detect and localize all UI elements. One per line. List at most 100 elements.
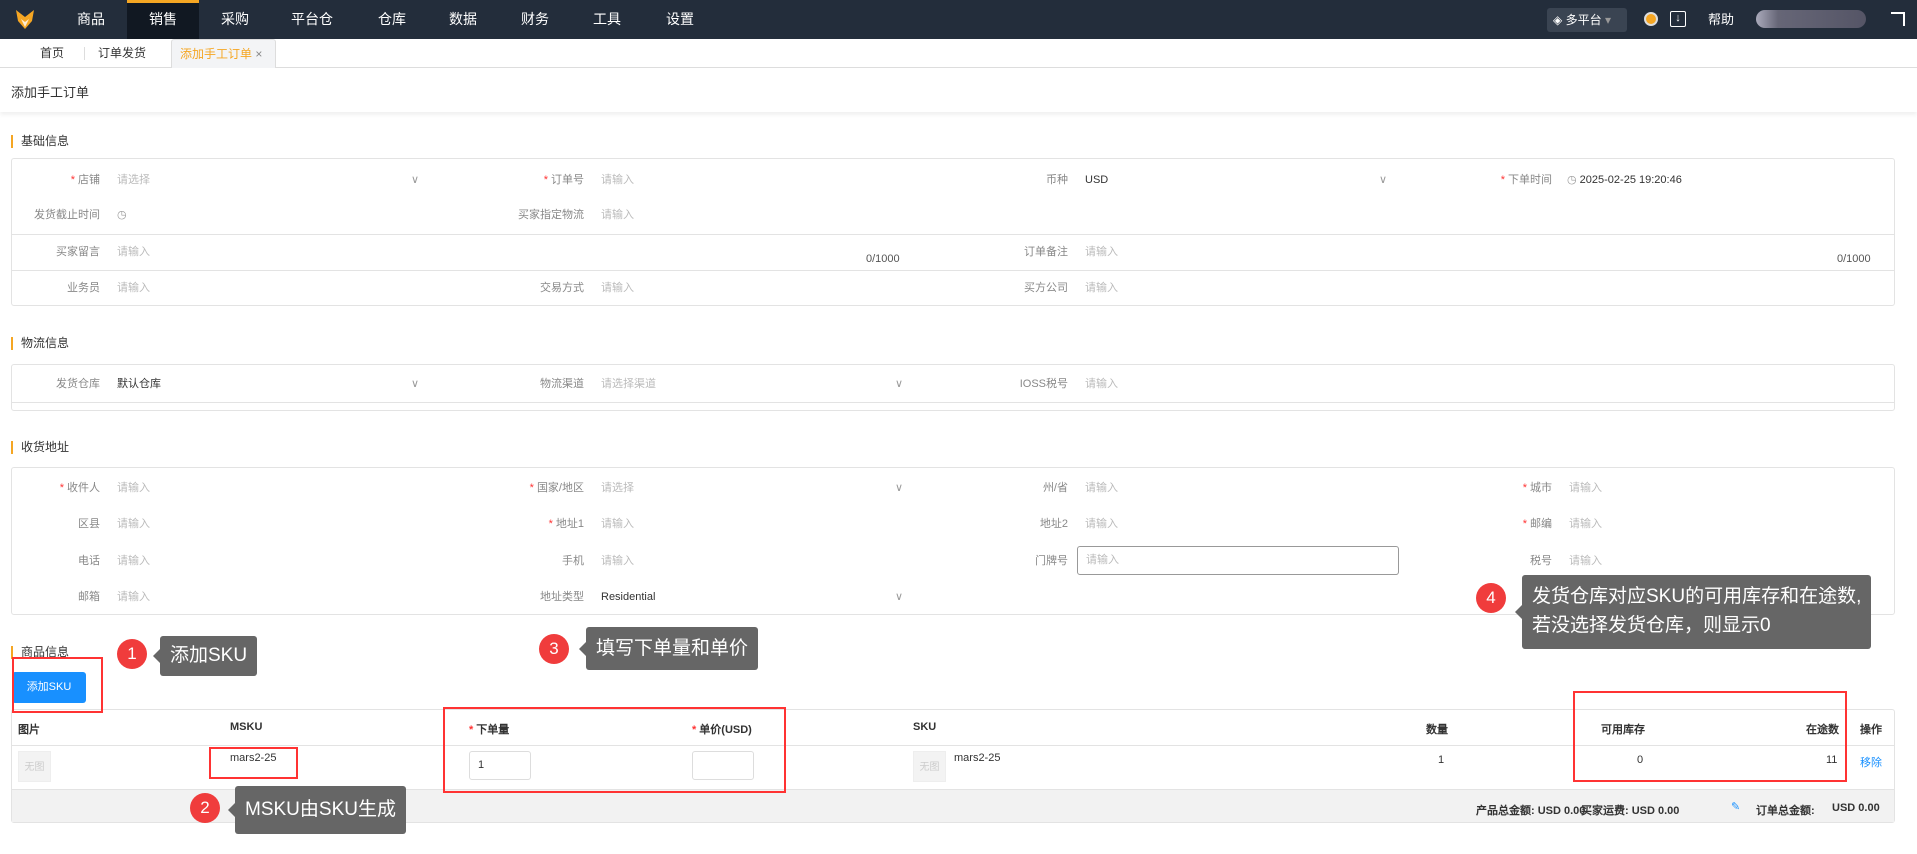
field-ship-deadline[interactable]: 发货截止时间 ◷ <box>11 203 495 227</box>
nav-item-tools[interactable]: 工具 <box>571 0 643 39</box>
nav-item-finance[interactable]: 财务 <box>499 0 571 39</box>
field-order-no[interactable]: * 订单号 请输入 <box>495 168 979 192</box>
field-phone[interactable]: 电话 请输入 <box>11 549 495 573</box>
house-no-input[interactable]: 请输入 <box>1077 546 1399 575</box>
field-state[interactable]: 州/省 请输入 <box>979 476 1463 500</box>
field-buyer-logistics[interactable]: 买家指定物流 请输入 <box>495 203 979 227</box>
city-input[interactable]: 请输入 <box>1569 476 1602 500</box>
field-ioss[interactable]: IOSS税号 请输入 <box>979 372 1463 396</box>
shop-select[interactable]: 请选择 <box>117 168 150 192</box>
trade-method-input[interactable]: 请输入 <box>601 276 634 300</box>
tab-home[interactable]: 首页 <box>40 39 64 68</box>
order-time-value: 2025-02-25 19:20:46 <box>1579 174 1682 186</box>
nav-item-purchase[interactable]: 采购 <box>199 0 271 39</box>
field-tax-no[interactable]: 税号 请输入 <box>1463 549 1917 573</box>
order-total-label: 订单总金额: <box>1756 805 1815 817</box>
fox-logo-icon[interactable] <box>14 8 36 30</box>
field-house-no[interactable]: 门牌号 请输入 <box>979 546 1463 575</box>
field-order-note[interactable]: 订单备注 请输入 0/1000 <box>979 240 1895 265</box>
field-trade-method[interactable]: 交易方式 请输入 <box>495 276 979 300</box>
mobile-input[interactable]: 请输入 <box>601 549 634 573</box>
user-avatar-blurred[interactable] <box>1756 10 1866 28</box>
field-buyer-company[interactable]: 买方公司 请输入 <box>979 276 1463 300</box>
tab-order-ship[interactable]: 订单发货 <box>98 39 146 68</box>
field-mobile[interactable]: 手机 请输入 <box>495 549 979 573</box>
warehouse-select[interactable]: 默认仓库 <box>117 372 161 396</box>
section-address-title: 收货地址 <box>11 441 69 454</box>
help-link[interactable]: 帮助 <box>1708 0 1734 39</box>
receiver-input[interactable]: 请输入 <box>117 476 150 500</box>
page-header: 添加手工订单 <box>0 68 1917 112</box>
field-order-time[interactable]: * 下单时间 ◷ 2025-02-25 19:20:46 <box>1463 168 1917 192</box>
email-input[interactable]: 请输入 <box>117 585 150 609</box>
field-address-type[interactable]: 地址类型 Residential ∨ <box>495 585 979 609</box>
field-address1[interactable]: * 地址1 请输入 <box>495 512 979 536</box>
edit-icon[interactable]: ✎ <box>1731 800 1740 813</box>
field-district[interactable]: 区县 请输入 <box>11 512 495 536</box>
no-image-placeholder: 无图 <box>913 751 946 782</box>
buyer-message-textarea[interactable]: 请输入 <box>117 240 150 264</box>
fullscreen-icon[interactable] <box>1891 12 1905 26</box>
nav-item-platform-warehouse[interactable]: 平台仓 <box>276 0 348 39</box>
remove-link[interactable]: 移除 <box>1860 754 1882 770</box>
zip-input[interactable]: 请输入 <box>1569 512 1602 536</box>
tab-add-manual-order[interactable]: 添加手工订单 × <box>171 39 276 68</box>
chevron-down-icon: ∨ <box>411 174 420 186</box>
clock-icon[interactable]: ◷ <box>117 203 127 227</box>
phone-input[interactable]: 请输入 <box>117 549 150 573</box>
label: 国家/地区 <box>536 482 584 494</box>
field-city[interactable]: * 城市 请输入 <box>1463 476 1917 500</box>
section-basic-title: 基础信息 <box>11 135 69 148</box>
field-currency[interactable]: 币种 USD ∨ <box>979 168 1463 192</box>
divider <box>11 234 1895 235</box>
platform-selector[interactable]: ◈ 多平台 ▾ <box>1547 8 1627 32</box>
field-warehouse[interactable]: 发货仓库 默认仓库 ∨ <box>11 372 495 396</box>
state-input[interactable]: 请输入 <box>1085 476 1118 500</box>
address2-input[interactable]: 请输入 <box>1085 512 1118 536</box>
page-title: 添加手工订单 <box>11 85 90 100</box>
country-select[interactable]: 请选择 <box>601 476 634 500</box>
annotation-number: 4 <box>1476 583 1506 613</box>
ioss-input[interactable]: 请输入 <box>1085 372 1118 396</box>
channel-select[interactable]: 请选择渠道 <box>601 372 656 396</box>
label: 订单备注 <box>1024 246 1068 258</box>
address1-input[interactable]: 请输入 <box>601 512 634 536</box>
buyer-company-input[interactable]: 请输入 <box>1085 276 1118 300</box>
nav-item-settings[interactable]: 设置 <box>644 0 716 39</box>
order-time-picker[interactable]: ◷ 2025-02-25 19:20:46 <box>1567 168 1682 192</box>
annotation-tooltip: 添加SKU <box>152 636 258 676</box>
currency-select[interactable]: USD <box>1085 168 1108 192</box>
field-buyer-message[interactable]: 买家留言 请输入 0/1000 <box>11 240 979 265</box>
order-note-textarea[interactable]: 请输入 <box>1085 240 1118 264</box>
field-receiver[interactable]: * 收件人 请输入 <box>11 476 495 500</box>
tooltip-line: 发货仓库对应SKU的可用库存和在途数, <box>1532 586 1862 607</box>
nav-item-warehouse[interactable]: 仓库 <box>356 0 428 39</box>
field-channel[interactable]: 物流渠道 请选择渠道 ∨ <box>495 372 979 396</box>
nav-item-goods[interactable]: 商品 <box>55 0 127 39</box>
district-input[interactable]: 请输入 <box>117 512 150 536</box>
field-country[interactable]: * 国家/地区 请选择 ∨ <box>495 476 979 500</box>
annotation-box-qty-price <box>443 707 786 793</box>
top-nav: 商品 销售 采购 平台仓 仓库 数据 财务 工具 设置 ◈ 多平台 ▾ ↓ 帮助 <box>0 0 1917 39</box>
label: 订单号 <box>551 174 584 186</box>
download-icon[interactable]: ↓ <box>1670 11 1686 27</box>
customer-service-icon[interactable] <box>1644 12 1658 26</box>
close-icon[interactable]: × <box>255 47 262 61</box>
address-type-select[interactable]: Residential <box>601 585 655 609</box>
buyer-logistics-input[interactable]: 请输入 <box>601 203 634 227</box>
section-logistics-title: 物流信息 <box>11 337 69 350</box>
char-count: 0/1000 <box>1837 253 1871 265</box>
field-shop[interactable]: * 店铺 请选择 ∨ <box>11 168 495 192</box>
tax-no-input[interactable]: 请输入 <box>1569 549 1602 573</box>
field-zip[interactable]: * 邮编 请输入 <box>1463 512 1917 536</box>
label: 物流渠道 <box>540 378 584 390</box>
nav-item-data[interactable]: 数据 <box>427 0 499 39</box>
salesman-input[interactable]: 请输入 <box>117 276 150 300</box>
order-no-input[interactable]: 请输入 <box>601 168 634 192</box>
field-salesman[interactable]: 业务员 请输入 <box>11 276 495 300</box>
field-address2[interactable]: 地址2 请输入 <box>979 512 1463 536</box>
field-email[interactable]: 邮箱 请输入 <box>11 585 495 609</box>
nav-item-sales[interactable]: 销售 <box>127 0 199 39</box>
label: 发货截止时间 <box>34 209 100 221</box>
annotation-tooltip: 发货仓库对应SKU的可用库存和在途数, 若没选择发货仓库，则显示0 <box>1514 575 1872 649</box>
